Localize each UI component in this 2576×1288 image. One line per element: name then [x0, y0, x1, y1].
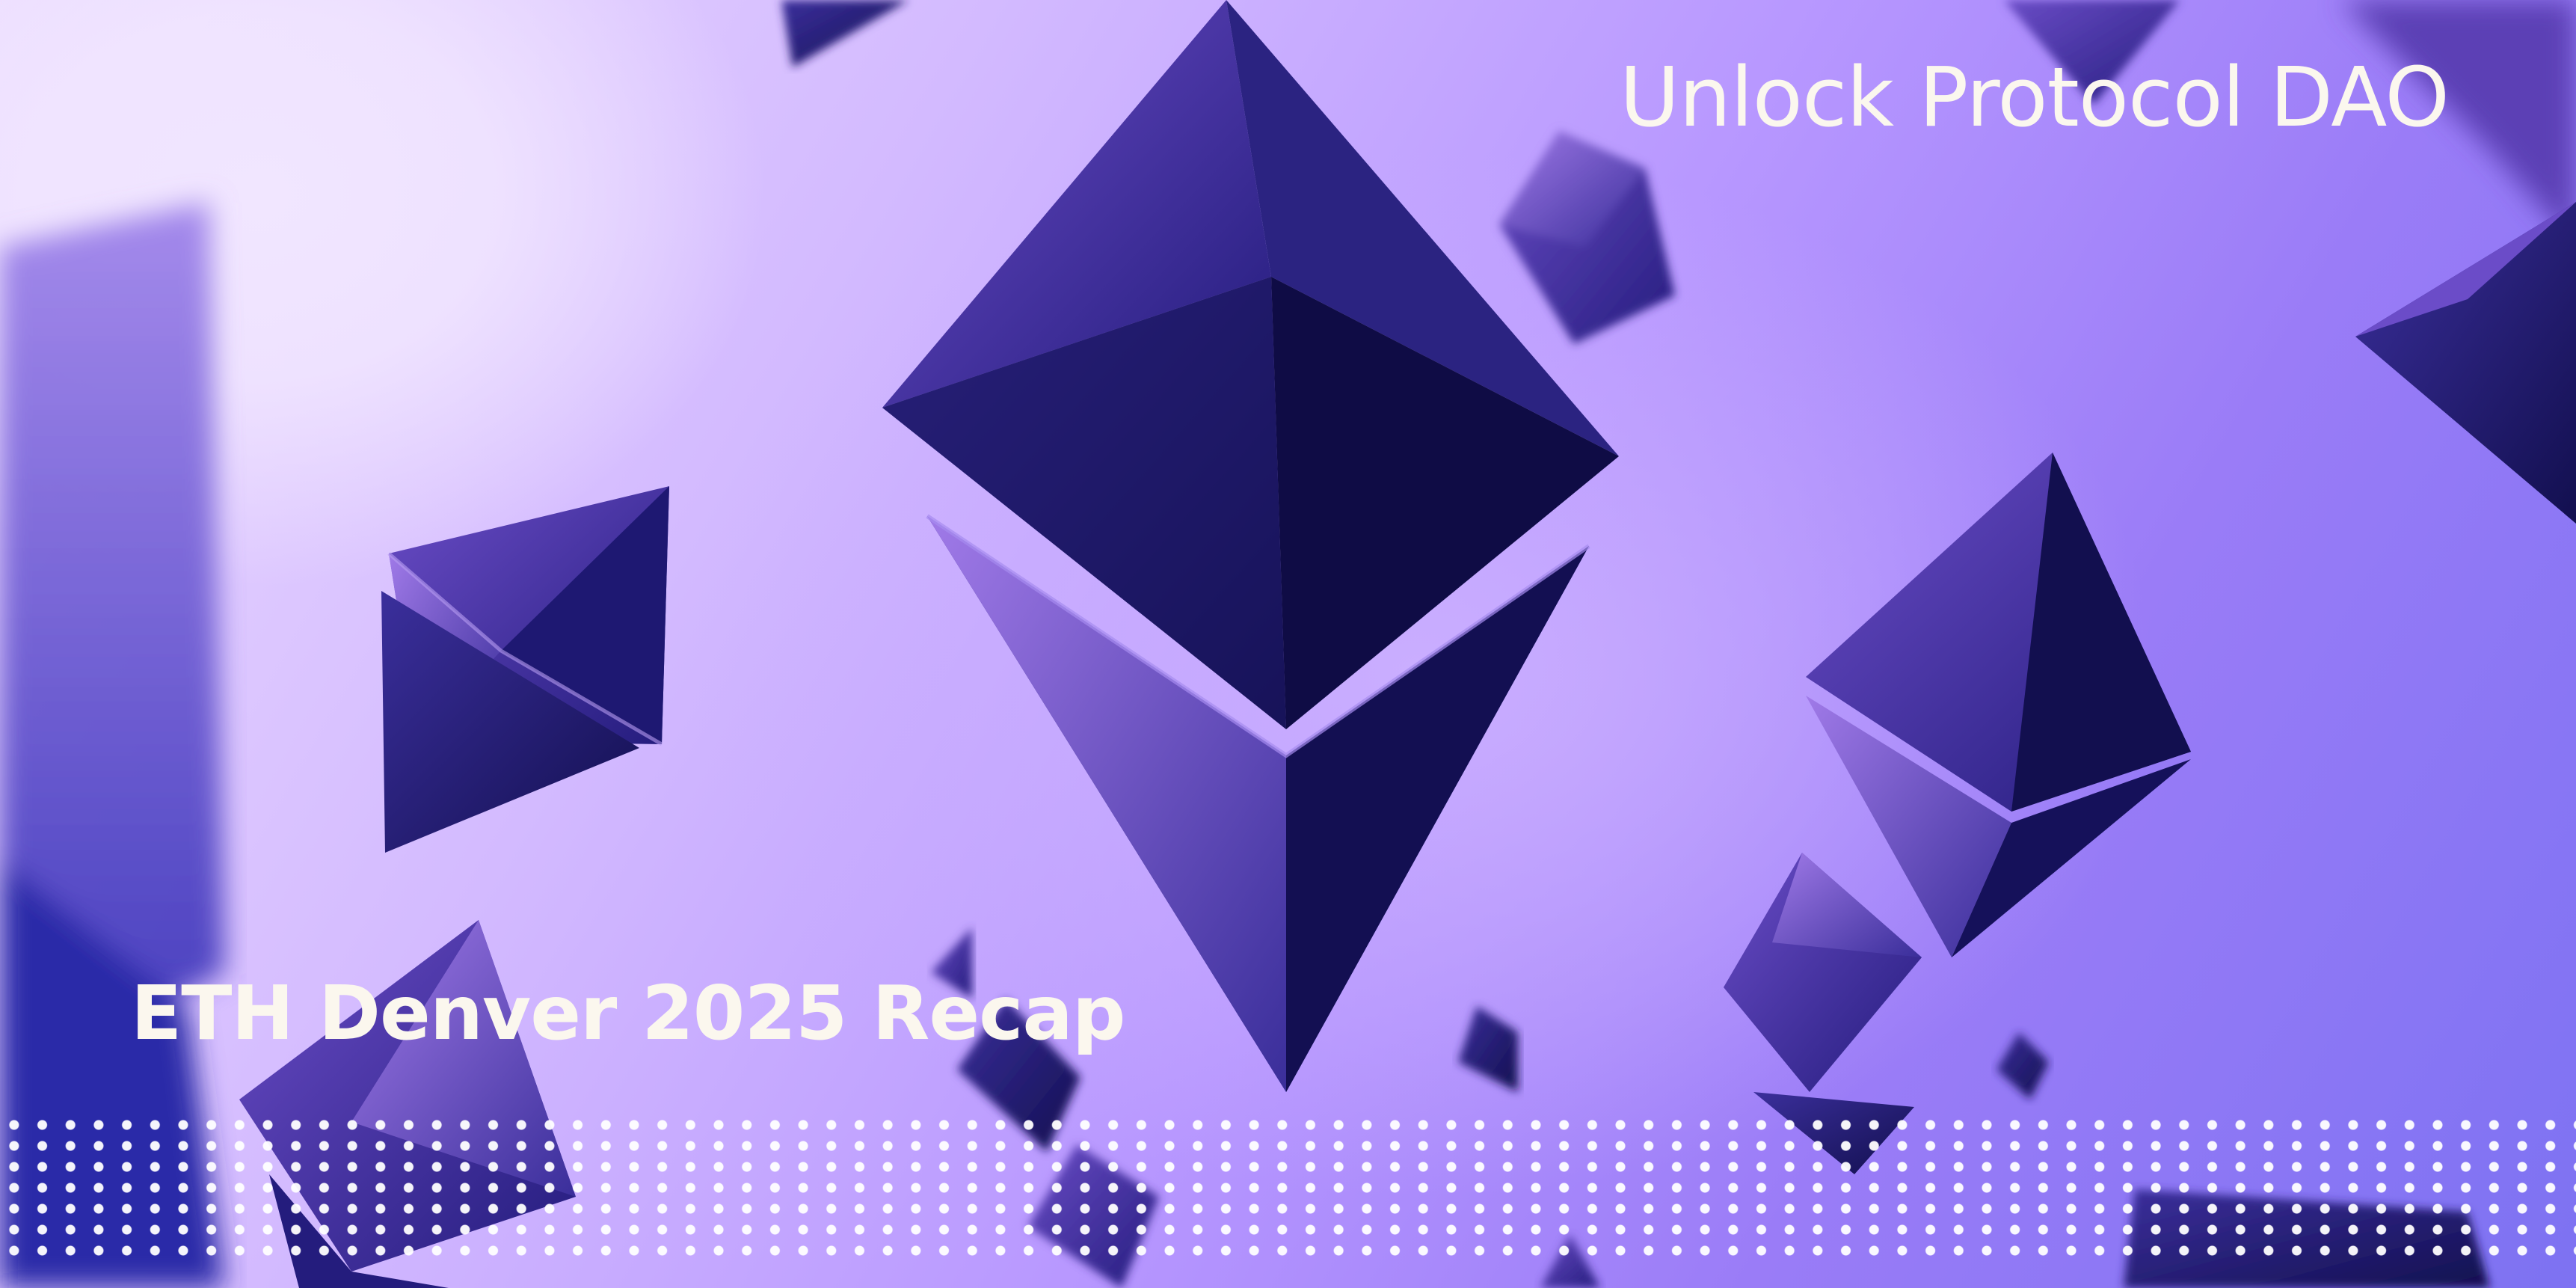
ethereum-crystals-artwork — [0, 0, 2576, 1288]
crystal-center-large — [882, 0, 1619, 1092]
crystal-right-mid — [1806, 453, 2191, 957]
post-title: ETH Denver 2025 Recap — [131, 969, 1125, 1057]
blog-banner: Unlock Protocol DAO ETH Denver 2025 Reca… — [0, 0, 2576, 1288]
brand-title: Unlock Protocol DAO — [1619, 49, 2450, 145]
crystal-bottom-small-5 — [1996, 1032, 2049, 1100]
crystal-top-small — [781, 0, 909, 67]
crystal-bottom-small-4 — [1458, 1006, 1518, 1092]
crystal-right-top-cube — [1499, 131, 1675, 344]
crystal-right-edge — [2355, 202, 2576, 524]
dot-grid-pattern — [0, 1114, 2576, 1264]
crystal-left-mid — [381, 486, 669, 853]
